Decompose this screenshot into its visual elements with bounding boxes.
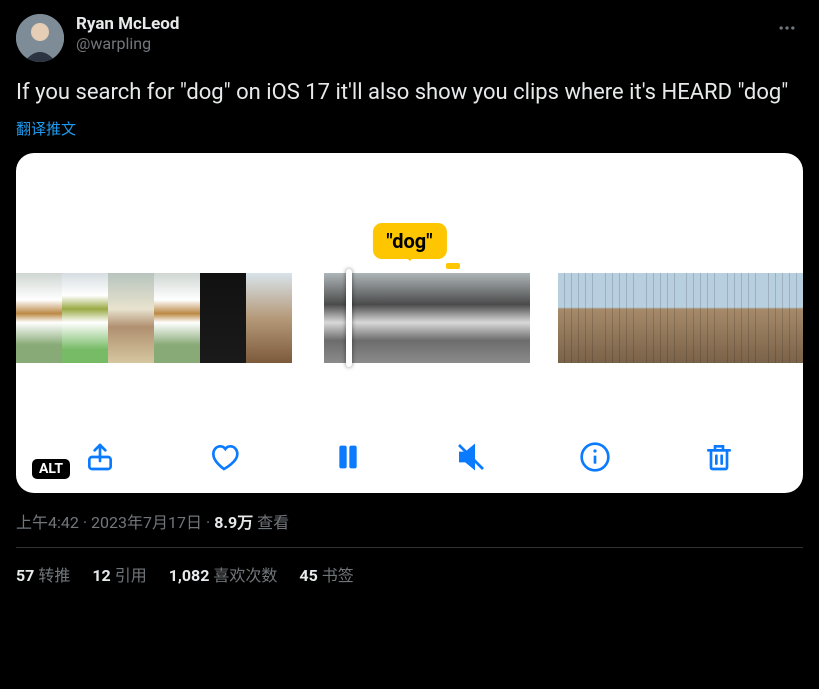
tweet-date[interactable]: 2023年7月17日 (91, 513, 202, 532)
clip-frame (599, 273, 640, 363)
video-scrubber[interactable] (16, 273, 803, 363)
author-name[interactable]: Ryan McLeod (76, 14, 771, 34)
clip-frame (324, 273, 393, 363)
translate-link[interactable]: 翻译推文 (16, 118, 803, 139)
clip-frame (680, 273, 721, 363)
avatar[interactable] (16, 14, 64, 62)
media-attachment[interactable]: "dog" (16, 153, 803, 493)
delete-button[interactable] (703, 441, 735, 473)
likes-stat[interactable]: 1,082喜欢次数 (169, 562, 278, 586)
views-label: 查看 (257, 513, 289, 532)
views-count[interactable]: 8.9万 (214, 513, 253, 532)
tweet-text: If you search for "dog" on iOS 17 it'll … (16, 78, 803, 108)
clip-frame (762, 273, 803, 363)
divider (16, 547, 803, 548)
engagement-stats: 57转推 12引用 1,082喜欢次数 45书签 (16, 562, 803, 586)
tweet-time[interactable]: 上午4:42 (16, 513, 79, 532)
author-block: Ryan McLeod @warpling (76, 14, 771, 54)
author-handle[interactable]: @warpling (76, 34, 771, 54)
clip-group[interactable] (16, 273, 296, 363)
clip-group[interactable] (558, 273, 803, 363)
clip-frame (154, 273, 200, 363)
mute-button[interactable] (455, 441, 487, 473)
caption-tooltip: "dog" (372, 223, 446, 259)
clip-frame (62, 273, 108, 363)
playhead[interactable] (346, 269, 352, 367)
quotes-stat[interactable]: 12引用 (92, 562, 146, 586)
info-button[interactable] (579, 441, 611, 473)
tweet-container: Ryan McLeod @warpling If you search for … (0, 0, 819, 586)
bookmarks-stat[interactable]: 45书签 (299, 562, 353, 586)
alt-badge[interactable]: ALT (32, 459, 70, 479)
tweet-header: Ryan McLeod @warpling (16, 14, 803, 62)
retweets-stat[interactable]: 57转推 (16, 562, 70, 586)
more-options-button[interactable] (771, 14, 803, 42)
clip-frame (246, 273, 292, 363)
caption-marker (446, 263, 460, 269)
clip-frame (640, 273, 681, 363)
share-button[interactable] (84, 441, 116, 473)
tweet-meta: 上午4:42·2023年7月17日·8.9万 查看 (16, 509, 803, 533)
clip-frame (108, 273, 154, 363)
pause-button[interactable] (332, 441, 364, 473)
clip-frame (200, 273, 246, 363)
clip-frame (721, 273, 762, 363)
clip-frame (393, 273, 462, 363)
clip-frame (558, 273, 599, 363)
clip-group[interactable] (324, 273, 530, 363)
clip-frame (461, 273, 530, 363)
media-toolbar (16, 441, 803, 473)
like-button[interactable] (208, 441, 240, 473)
clip-frame (16, 273, 62, 363)
